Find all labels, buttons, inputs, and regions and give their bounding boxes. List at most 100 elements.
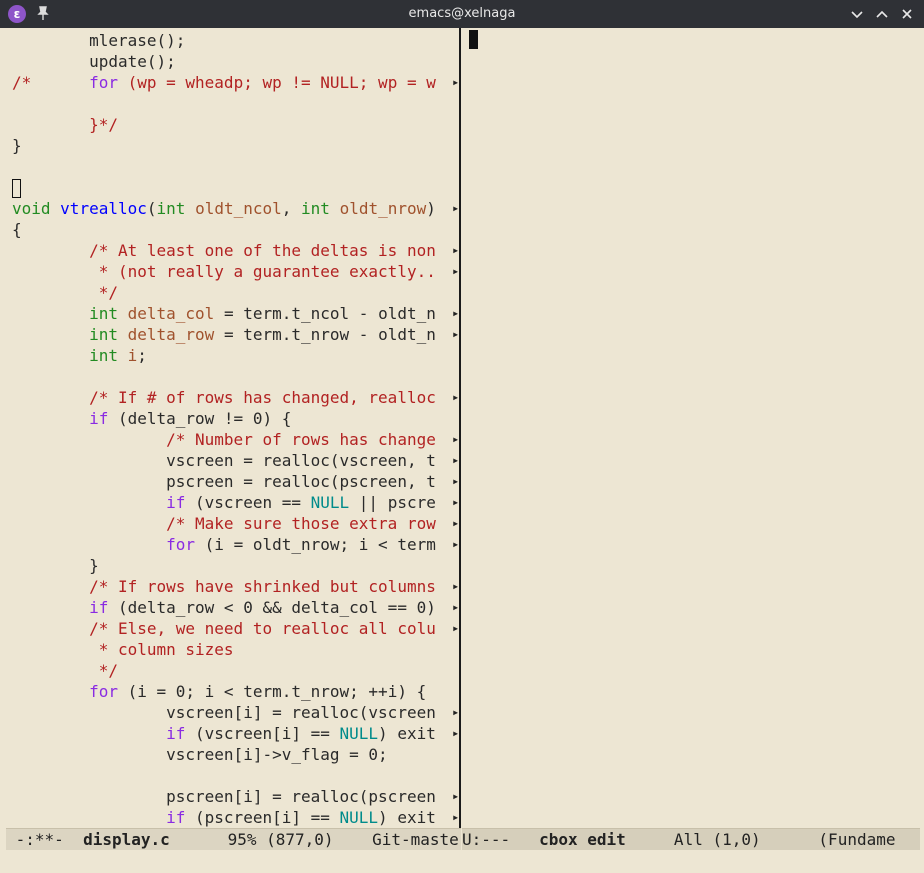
modeline-position: All (1,0) (625, 830, 819, 849)
modeline-position: 95% (877,0) (169, 830, 373, 849)
code-token: if (89, 598, 109, 617)
code-token: */ (12, 283, 118, 302)
title-bar: ε emacs@xelnaga (0, 0, 924, 28)
code-token: , (281, 199, 302, 218)
code-token: NULL (339, 724, 379, 743)
code-line[interactable]: int delta_row = term.t_nrow - oldt_n (12, 324, 458, 345)
code-line[interactable]: * column sizes (12, 639, 458, 660)
code-line[interactable]: int i; (12, 345, 458, 366)
code-line[interactable]: /* If # of rows has changed, realloc (12, 387, 458, 408)
code-token: */ (12, 661, 118, 680)
maximize-icon[interactable] (873, 5, 891, 23)
code-token: ) exit (378, 808, 436, 827)
code-line[interactable]: */ (12, 660, 458, 681)
code-line[interactable]: /* Number of rows has change (12, 429, 458, 450)
code-token: { (12, 220, 22, 239)
code-token: delta_row (127, 325, 215, 344)
code-line[interactable]: /* At least one of the deltas is non (12, 240, 458, 261)
close-icon[interactable] (898, 5, 916, 23)
code-token: if (166, 493, 186, 512)
code-token: pscreen[i] = realloc(pscreen (12, 787, 436, 806)
code-token: } (12, 556, 99, 575)
code-line[interactable]: if (pscreen[i] == NULL) exit (12, 807, 458, 828)
modeline-major-mode[interactable]: (Fundame (818, 830, 895, 849)
minibuffer[interactable] (6, 850, 920, 870)
modeline-buffer-name[interactable]: cbox edit (539, 830, 626, 849)
code-token: for (89, 682, 118, 701)
code-line[interactable] (12, 366, 458, 387)
code-line[interactable]: pscreen = realloc(pscreen, t (12, 471, 458, 492)
code-line[interactable]: vscreen[i]->v_flag = 0; (12, 744, 458, 765)
code-line[interactable]: { (12, 219, 458, 240)
code-line[interactable]: for (i = oldt_nrow; i < term (12, 534, 458, 555)
code-line[interactable]: update(); (12, 51, 458, 72)
right-window-cbox-edit[interactable] (469, 30, 919, 828)
code-line[interactable]: * (not really a guarantee exactly.. (12, 261, 458, 282)
modeline-vc[interactable]: Git-maste (372, 830, 459, 849)
code-token: vscreen[i] = realloc(vscreen (12, 703, 436, 722)
code-line[interactable] (12, 177, 458, 198)
code-line[interactable]: if (vscreen[i] == NULL) exit (12, 723, 458, 744)
modeline-right[interactable]: U:--- cbox edit All (1,0) (Fundame (462, 828, 920, 850)
code-token: /* Number of rows has change (12, 430, 436, 449)
code-line[interactable]: for (i = 0; i < term.t_nrow; ++i) { (12, 681, 458, 702)
code-line[interactable]: if (delta_row < 0 && delta_col == 0) (12, 597, 458, 618)
code-token: /* If rows have shrinked but columns (12, 577, 436, 596)
minimize-icon[interactable] (848, 5, 866, 23)
code-line[interactable]: /* Make sure those extra row (12, 513, 458, 534)
code-line[interactable]: if (delta_row != 0) { (12, 408, 458, 429)
code-token: /* (12, 73, 90, 92)
code-line[interactable]: /* for (wp = wheadp; wp != NULL; wp = w (12, 72, 458, 93)
code-line[interactable]: }*/ (12, 114, 458, 135)
modeline-left[interactable]: -:**- display.c 95% (877,0) Git-maste (6, 828, 461, 850)
code-token: (vscreen[i] == (185, 724, 340, 743)
modeline-buffer-name[interactable]: display.c (83, 830, 170, 849)
code-token: if (89, 409, 109, 428)
code-line[interactable]: */ (12, 282, 458, 303)
code-line[interactable]: vscreen[i] = realloc(vscreen (12, 702, 458, 723)
code-line[interactable]: int delta_col = term.t_ncol - oldt_n (12, 303, 458, 324)
code-line[interactable]: mlerase(); (12, 30, 458, 51)
left-window-display-c[interactable]: mlerase(); update();/* for (wp = wheadp;… (12, 30, 458, 828)
code-line[interactable]: } (12, 555, 458, 576)
code-line[interactable]: vscreen = realloc(vscreen, t (12, 450, 458, 471)
window-divider-fringe (461, 28, 469, 828)
code-line[interactable] (12, 156, 458, 177)
code-token: ; (137, 346, 147, 365)
code-line[interactable] (12, 93, 458, 114)
code-token: oldt_ncol (195, 199, 282, 218)
code-token: for (166, 535, 196, 554)
code-line[interactable]: if (vscreen == NULL || pscre (12, 492, 458, 513)
code-line[interactable]: void vtrealloc(int oldt_ncol, int oldt_n… (12, 198, 458, 219)
code-token: int (89, 304, 118, 323)
code-token: (vscreen == (185, 493, 311, 512)
code-line[interactable]: pscreen[i] = realloc(pscreen (12, 786, 458, 807)
code-token: NULL (339, 808, 379, 827)
code-token: int (301, 199, 330, 218)
code-token: delta_col (127, 304, 215, 323)
code-line[interactable]: /* If rows have shrinked but columns (12, 576, 458, 597)
code-token: if (166, 724, 186, 743)
code-token: ( (146, 199, 157, 218)
code-token: }*/ (12, 115, 118, 134)
code-token: (pscreen[i] == (185, 808, 340, 827)
code-token: update(); (12, 52, 176, 71)
code-token: int (156, 199, 186, 218)
code-line[interactable]: } (12, 135, 458, 156)
code-token: ) exit (378, 724, 436, 743)
code-line[interactable] (12, 765, 458, 786)
code-token: /* At least one of the deltas is non (12, 241, 436, 260)
code-line[interactable]: /* Else, we need to realloc all colu (12, 618, 458, 639)
window-title: emacs@xelnaga (408, 6, 516, 21)
code-token: /* If # of rows has changed, realloc (12, 388, 436, 407)
code-token: = term.t_nrow - oldt_n (214, 325, 436, 344)
code-token: i (127, 346, 138, 365)
code-token: oldt_nrow (339, 199, 427, 218)
